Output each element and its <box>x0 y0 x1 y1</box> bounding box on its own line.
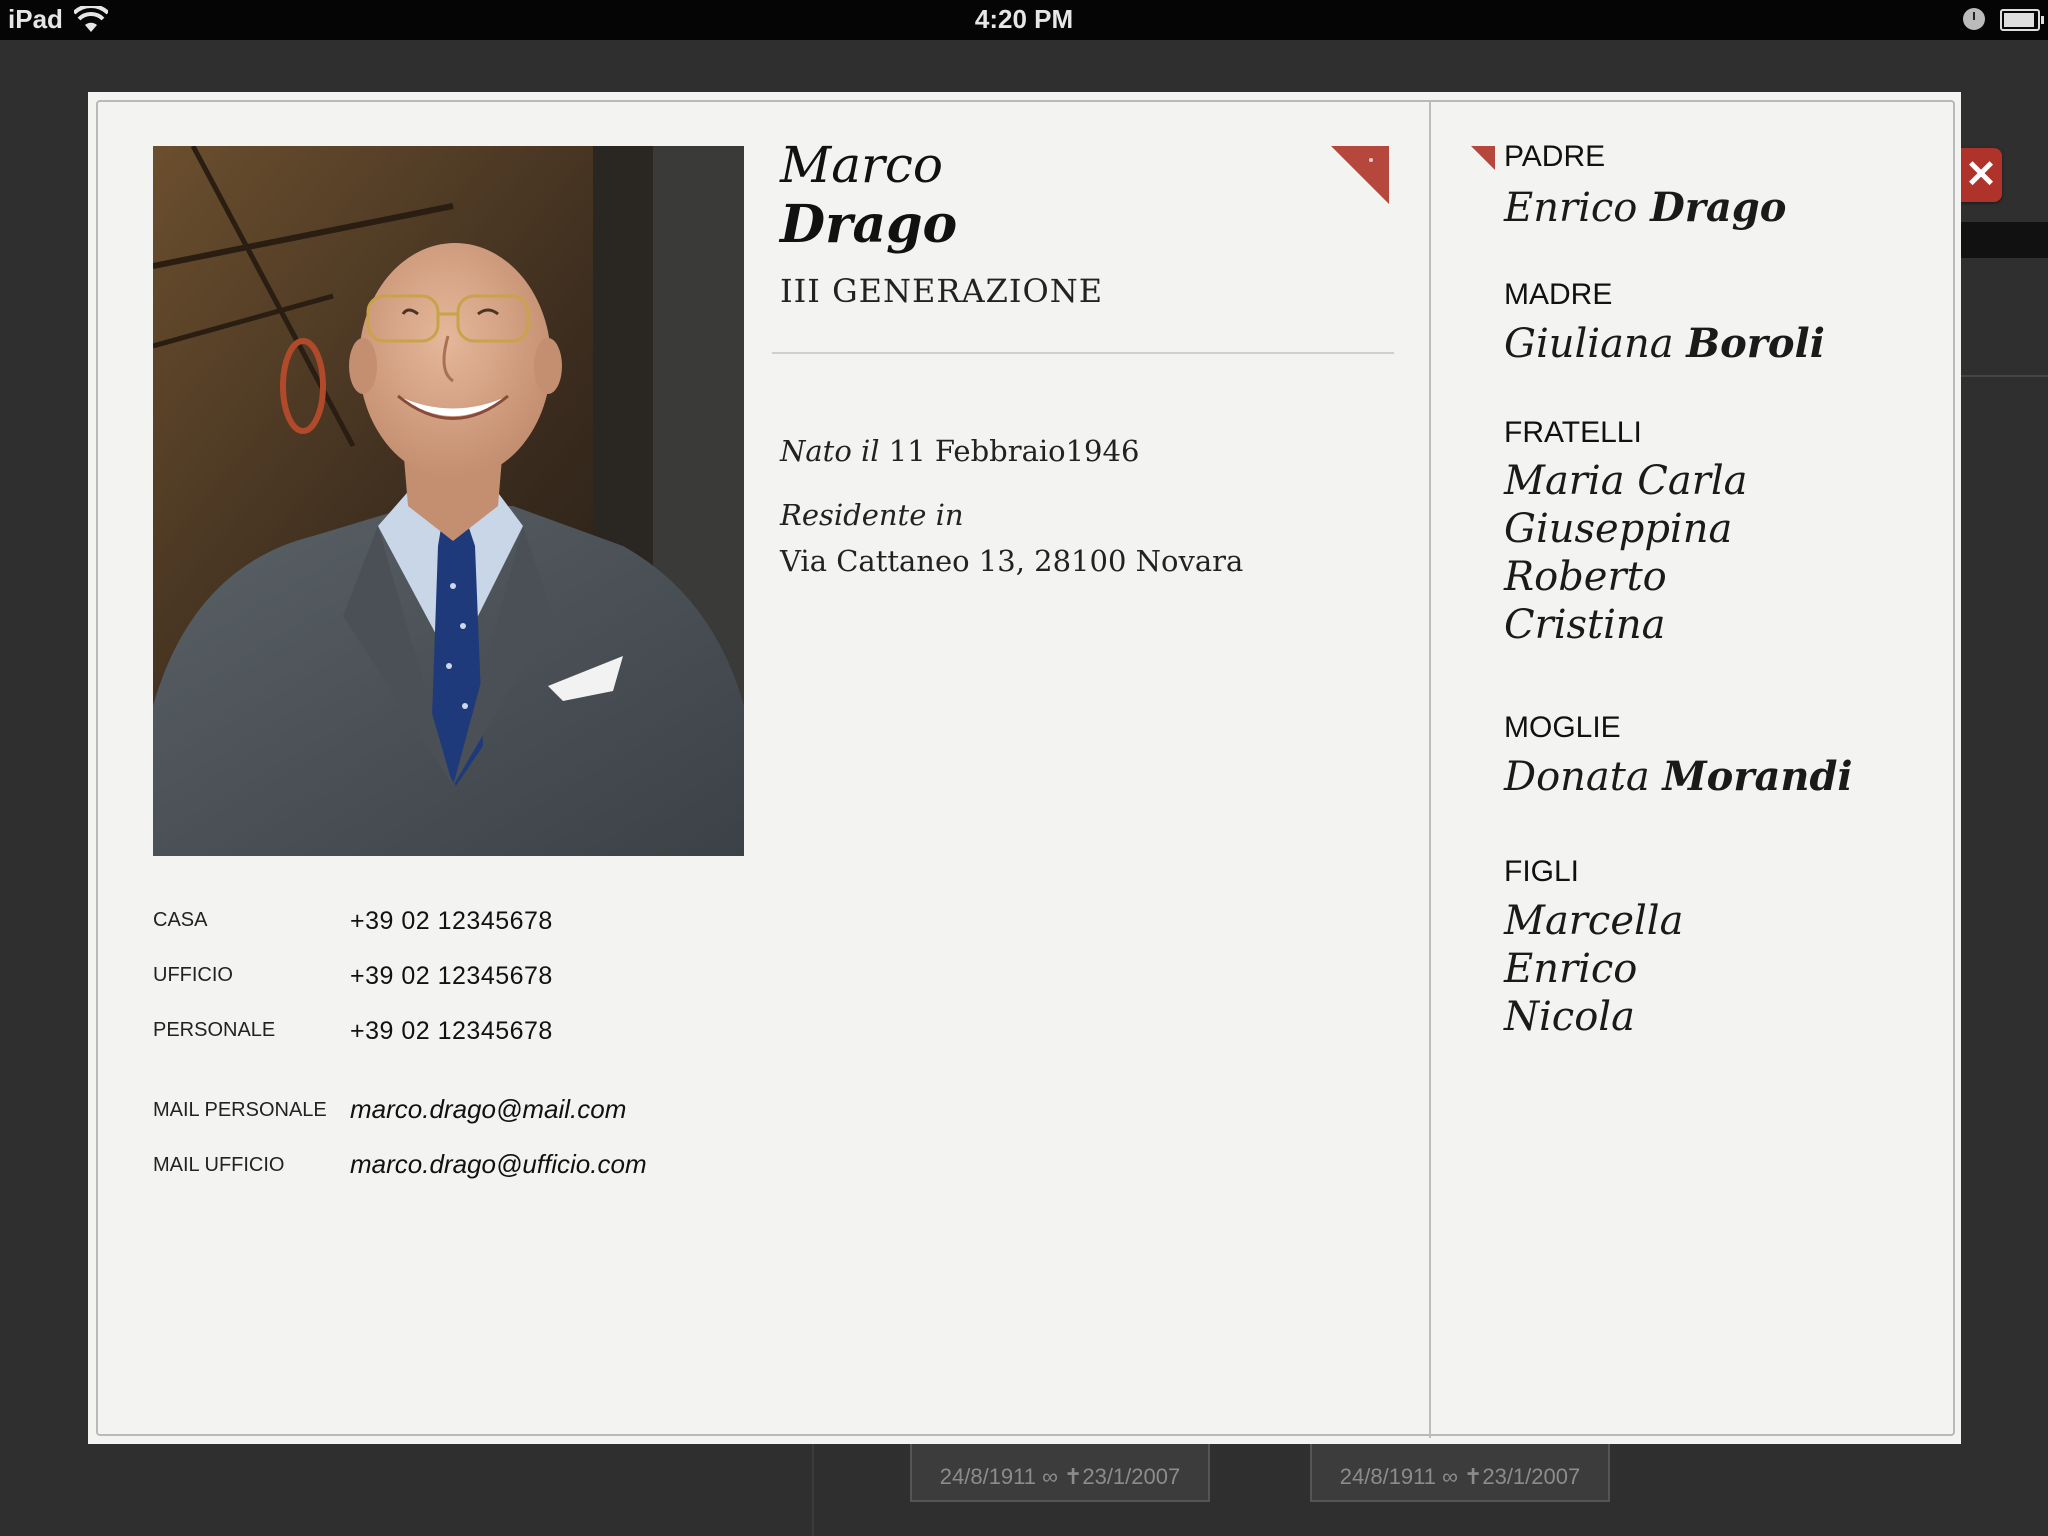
close-icon: ✕ <box>1965 154 1997 196</box>
family-figlio[interactable]: Marcella <box>1504 898 1683 944</box>
family-fratello[interactable]: Roberto <box>1504 554 1667 600</box>
family-madre[interactable]: Giuliana Boroli <box>1504 320 1825 367</box>
family-fratello[interactable]: Giuseppina <box>1504 506 1732 552</box>
clock: 4:20 PM <box>974 4 1074 34</box>
contact-label-casa: CASA <box>153 909 208 931</box>
status-bar: iPad 4:20 PM <box>0 0 2048 40</box>
profile-card: Marco Drago III GENERAZIONE Nato il 11 F… <box>88 92 1961 1444</box>
first-name: Marco <box>780 136 944 194</box>
battery-icon <box>2000 9 2044 31</box>
family-label-padre: PADRE <box>1504 140 1606 173</box>
family-label-figli: FIGLI <box>1504 855 1580 888</box>
background-tree-card: 24/8/1911 ∞ ✝23/1/2007 <box>1310 1442 1610 1502</box>
close-button[interactable]: ✕ <box>1960 148 2002 202</box>
contact-label-mail-ufficio: MAIL UFFICIO <box>153 1154 285 1176</box>
name-divider <box>772 352 1394 354</box>
birth-label: Nato il <box>780 434 880 468</box>
birth-info: Nato il 11 Febbraio1946 <box>780 434 1139 468</box>
column-divider <box>1429 102 1431 1438</box>
contact-mail-ufficio[interactable]: marco.drago@ufficio.com <box>350 1149 647 1180</box>
generation-label: III GENERAZIONE <box>780 272 1104 310</box>
contact-phone-ufficio[interactable]: +39 02 12345678 <box>350 962 553 991</box>
corner-bookmark-icon[interactable] <box>1331 146 1389 204</box>
family-fratello[interactable]: Cristina <box>1504 602 1666 648</box>
contact-label-personale: PERSONALE <box>153 1019 276 1041</box>
family-padre[interactable]: Enrico Drago <box>1504 184 1786 231</box>
family-figlio[interactable]: Nicola <box>1504 994 1635 1040</box>
background-divider <box>1960 375 2048 377</box>
portrait-photo <box>153 146 744 856</box>
contact-label-ufficio: UFFICIO <box>153 964 233 986</box>
background-tree-card-dates: 24/8/1911 ∞ ✝23/1/2007 <box>939 1464 1181 1489</box>
contact-mail-personale[interactable]: marco.drago@mail.com <box>350 1094 626 1125</box>
residence-address: Via Cattaneo 13, 28100 Novara <box>780 544 1244 578</box>
family-label-fratelli: FRATELLI <box>1504 416 1642 449</box>
family-figlio[interactable]: Enrico <box>1504 946 1637 992</box>
last-name: Drago <box>780 194 958 255</box>
portrait-image <box>153 146 744 856</box>
contact-phone-casa[interactable]: +39 02 12345678 <box>350 907 553 936</box>
family-label-madre: MADRE <box>1504 278 1613 311</box>
padre-first-name: Enrico <box>1504 185 1638 231</box>
padre-last-name: Drago <box>1650 184 1787 231</box>
background-divider <box>812 1440 814 1536</box>
background-tree-card-dates: 24/8/1911 ∞ ✝23/1/2007 <box>1339 1464 1581 1489</box>
moglie-last-name: Morandi <box>1662 753 1853 800</box>
birth-date: 11 Febbraio1946 <box>888 434 1140 468</box>
madre-last-name: Boroli <box>1686 320 1825 367</box>
madre-first-name: Giuliana <box>1504 321 1674 367</box>
family-label-moglie: MOGLIE <box>1504 711 1621 744</box>
residence-label: Residente in <box>780 498 964 532</box>
background-toolbar <box>1960 222 2048 258</box>
contact-phone-personale[interactable]: +39 02 12345678 <box>350 1017 553 1046</box>
contact-label-mail-personale: MAIL PERSONALE <box>153 1099 327 1121</box>
family-moglie[interactable]: Donata Morandi <box>1504 753 1853 800</box>
moglie-first-name: Donata <box>1504 754 1650 800</box>
background-tree-card: 24/8/1911 ∞ ✝23/1/2007 <box>910 1442 1210 1502</box>
family-marker-icon <box>1471 146 1495 170</box>
family-fratello[interactable]: Maria Carla <box>1504 458 1748 504</box>
alarm-icon <box>1963 8 1985 30</box>
